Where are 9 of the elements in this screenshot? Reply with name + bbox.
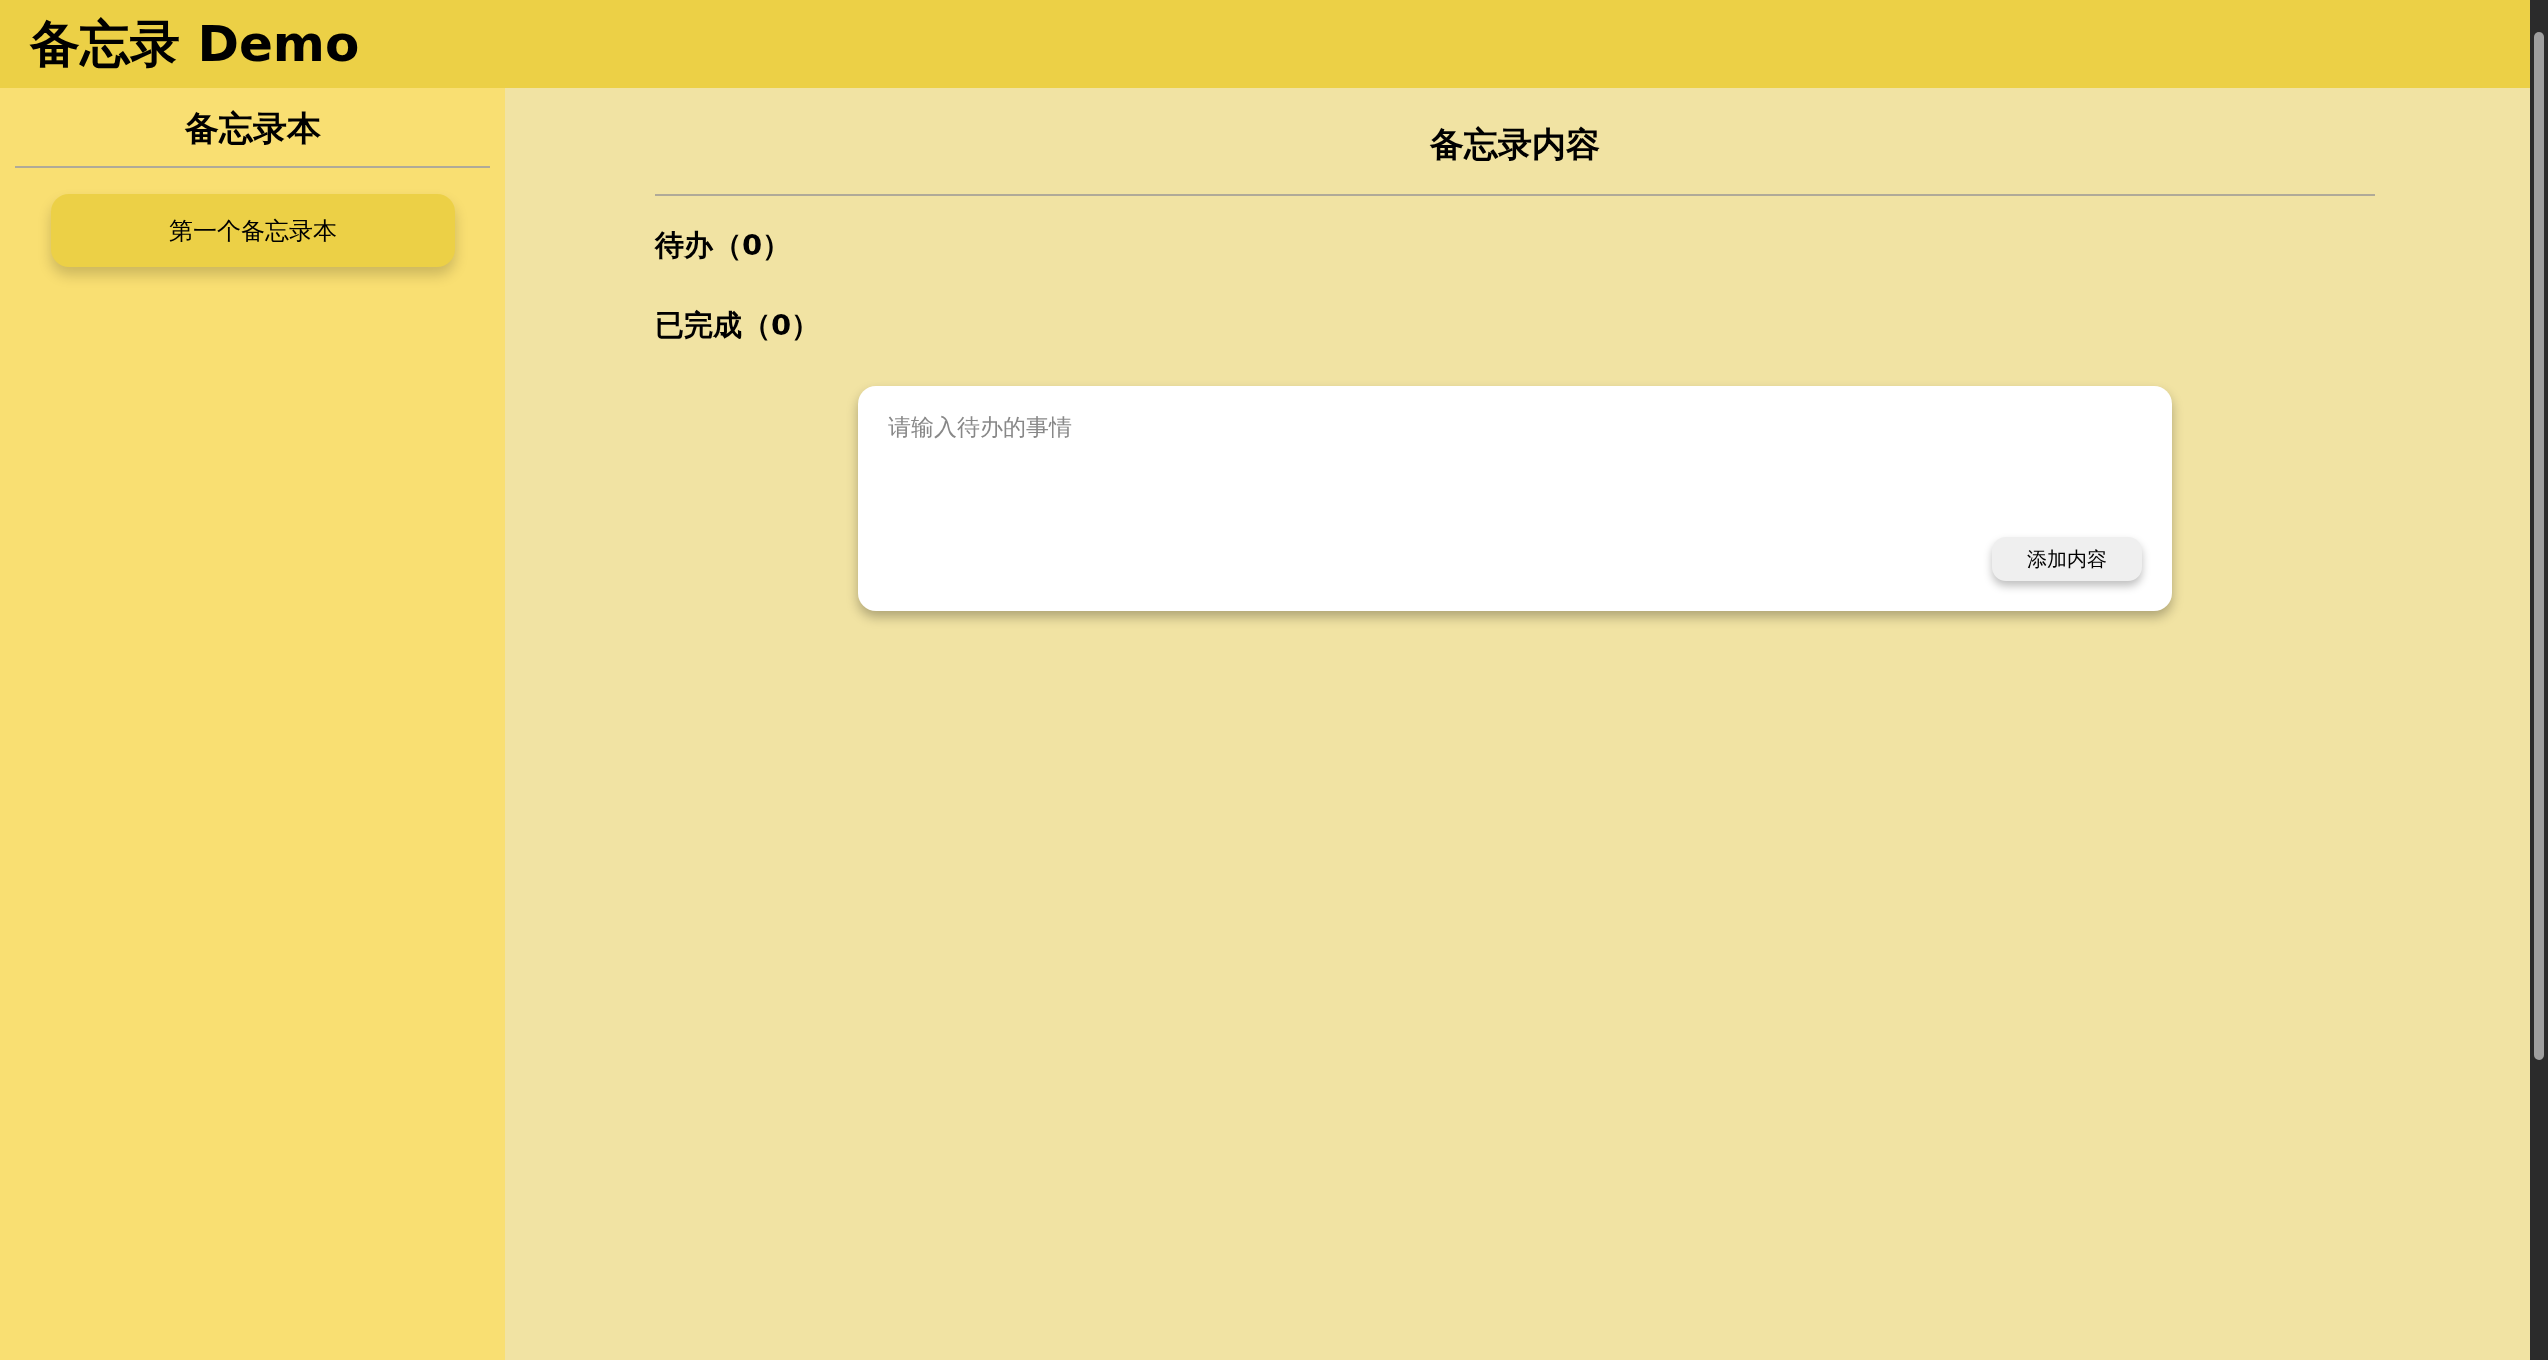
- app-title: 备忘录 Demo: [30, 13, 360, 75]
- todo-input-field[interactable]: 请输入待办的事情 添加内容: [858, 386, 2172, 611]
- add-button[interactable]: 添加内容: [1992, 537, 2142, 581]
- notebook-item[interactable]: 第一个备忘录本: [50, 194, 455, 267]
- section-heading: 待办（0）: [655, 227, 793, 264]
- sidebar-title: 备忘录本: [184, 107, 321, 150]
- section-heading: 已完成（0）: [655, 307, 822, 344]
- content-title: 备忘录内容: [1429, 123, 1601, 166]
- scrollbar[interactable]: [2530, 0, 2548, 1360]
